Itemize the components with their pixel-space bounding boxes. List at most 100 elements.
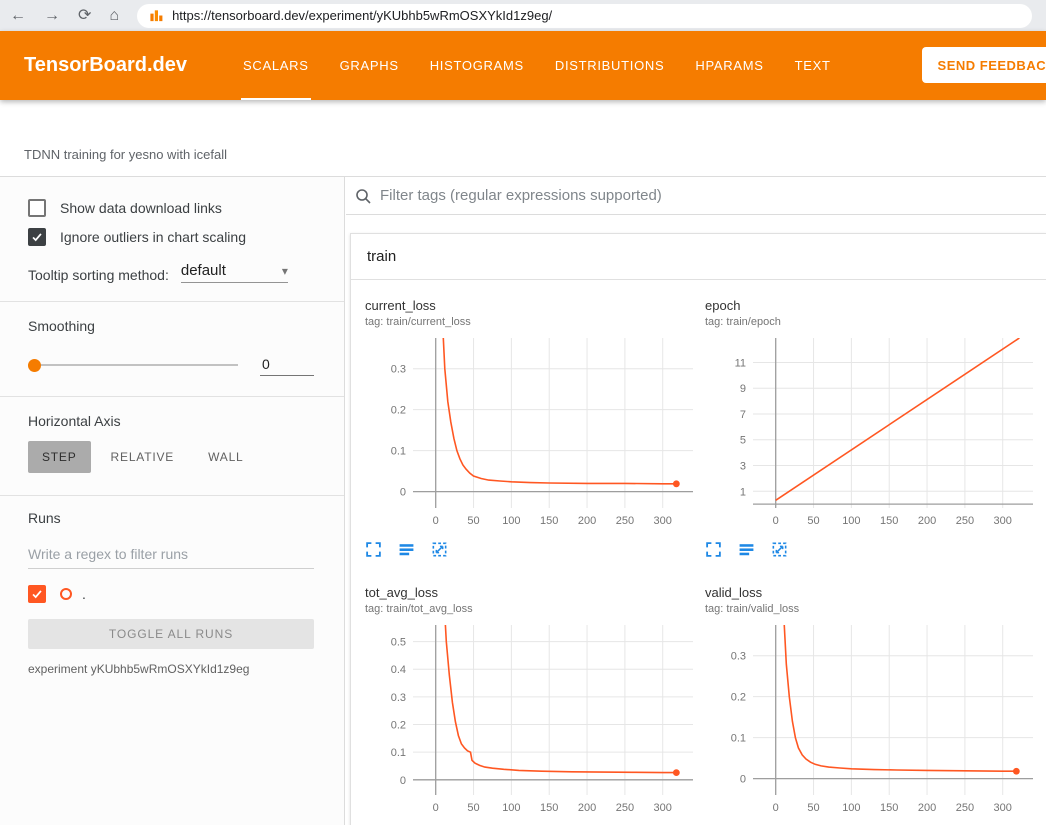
svg-text:200: 200 xyxy=(578,802,596,814)
svg-text:200: 200 xyxy=(918,802,936,814)
ignore-outliers-checkbox[interactable] xyxy=(28,228,46,246)
tab-graphs[interactable]: GRAPHS xyxy=(338,31,401,100)
svg-text:200: 200 xyxy=(578,515,596,527)
send-feedback-button[interactable]: SEND FEEDBACK xyxy=(922,47,1046,83)
chart-tag: tag: train/tot_avg_loss xyxy=(365,603,705,615)
experiment-id-label: experiment yKUbhb5wRmOSXYkId1z9eg xyxy=(28,662,314,676)
home-icon[interactable]: ⌂ xyxy=(109,8,119,24)
chart-plot[interactable]: 0501001502002503001357911 xyxy=(705,332,1045,537)
chart-tag: tag: train/current_loss xyxy=(365,316,705,328)
runs-filter-input[interactable] xyxy=(28,542,314,569)
show-download-links-checkbox[interactable] xyxy=(28,199,46,217)
svg-text:0.3: 0.3 xyxy=(731,651,746,663)
run-list-item: . xyxy=(28,585,314,603)
svg-text:50: 50 xyxy=(807,515,819,527)
expand-icon[interactable] xyxy=(365,541,382,558)
scalars-dashboard: train current_loss tag: train/current_lo… xyxy=(346,177,1046,825)
svg-text:9: 9 xyxy=(740,383,746,395)
tag-group-title: train xyxy=(367,248,396,265)
svg-text:0.1: 0.1 xyxy=(391,446,406,458)
svg-text:0.4: 0.4 xyxy=(391,664,406,676)
url-text: https://tensorboard.dev/experiment/yKUbh… xyxy=(172,8,552,23)
search-icon xyxy=(354,187,372,205)
tooltip-sorting-row: Tooltip sorting method: default ▾ xyxy=(28,262,314,283)
tag-group-header[interactable]: train xyxy=(351,234,1046,280)
toggle-all-runs-button[interactable]: TOGGLE ALL RUNS xyxy=(28,619,314,649)
svg-text:0: 0 xyxy=(400,775,406,787)
axis-relative-button[interactable]: RELATIVE xyxy=(97,441,189,473)
svg-text:200: 200 xyxy=(918,515,936,527)
tab-text[interactable]: TEXT xyxy=(793,31,833,100)
tab-histograms[interactable]: HISTOGRAMS xyxy=(428,31,526,100)
app-header: TensorBoard.dev SCALARS GRAPHS HISTOGRAM… xyxy=(0,31,1046,100)
svg-text:0: 0 xyxy=(773,802,779,814)
chart-title: valid_loss xyxy=(705,585,1045,600)
data-table-icon[interactable] xyxy=(398,541,415,558)
axis-wall-button[interactable]: WALL xyxy=(194,441,257,473)
address-bar[interactable]: https://tensorboard.dev/experiment/yKUbh… xyxy=(137,4,1032,28)
svg-text:50: 50 xyxy=(467,515,479,527)
chart-plot[interactable]: 05010015020025030000.10.20.3 xyxy=(365,332,705,537)
back-icon[interactable]: ← xyxy=(10,8,26,24)
smoothing-slider[interactable] xyxy=(28,358,238,372)
svg-text:0.1: 0.1 xyxy=(391,747,406,759)
svg-text:0.5: 0.5 xyxy=(391,637,406,649)
expand-icon[interactable] xyxy=(705,541,722,558)
tag-group-card-train: train current_loss tag: train/current_lo… xyxy=(350,233,1046,825)
tab-scalars[interactable]: SCALARS xyxy=(241,31,311,100)
browser-chrome: ← → ⟳ ⌂ https://tensorboard.dev/experime… xyxy=(0,0,1046,31)
svg-text:0.3: 0.3 xyxy=(391,364,406,376)
forward-icon[interactable]: → xyxy=(44,8,60,24)
svg-text:5: 5 xyxy=(740,435,746,447)
run-name: . xyxy=(82,586,86,602)
svg-text:150: 150 xyxy=(540,515,558,527)
horizontal-axis-buttons: STEP RELATIVE WALL xyxy=(28,441,314,473)
experiment-description: TDNN training for yesno with icefall xyxy=(24,147,227,162)
chart-toolbar xyxy=(705,539,1045,559)
fit-domain-icon[interactable] xyxy=(771,541,788,558)
svg-text:0.2: 0.2 xyxy=(391,720,406,732)
svg-text:50: 50 xyxy=(807,802,819,814)
slider-thumb[interactable] xyxy=(28,359,41,372)
smoothing-label: Smoothing xyxy=(28,318,314,334)
chart-plot[interactable]: 05010015020025030000.10.20.3 xyxy=(705,619,1045,824)
svg-text:11: 11 xyxy=(735,357,746,369)
svg-text:50: 50 xyxy=(467,802,479,814)
fit-domain-icon[interactable] xyxy=(431,541,448,558)
axis-step-button[interactable]: STEP xyxy=(28,441,91,473)
settings-sidebar: Show data download links Ignore outliers… xyxy=(0,177,345,825)
ignore-outliers-row: Ignore outliers in chart scaling xyxy=(28,228,314,246)
show-download-links-label: Show data download links xyxy=(60,200,222,216)
smoothing-row xyxy=(28,354,314,376)
svg-text:150: 150 xyxy=(540,802,558,814)
tab-hparams[interactable]: HPARAMS xyxy=(693,31,765,100)
show-download-links-row: Show data download links xyxy=(28,199,314,217)
tooltip-sorting-select[interactable]: default ▾ xyxy=(181,262,288,283)
scalar-chart-valid-loss: valid_loss tag: train/valid_loss 0501001… xyxy=(705,585,1045,825)
app-logo: TensorBoard.dev xyxy=(24,54,187,77)
run-checkbox[interactable] xyxy=(28,585,46,603)
svg-text:0: 0 xyxy=(400,487,406,499)
reload-icon[interactable]: ⟳ xyxy=(78,8,91,24)
svg-text:250: 250 xyxy=(956,802,974,814)
smoothing-value-input[interactable] xyxy=(260,354,314,376)
tooltip-sorting-label: Tooltip sorting method: xyxy=(28,267,169,283)
chart-plot[interactable]: 05010015020025030000.10.20.30.40.5 xyxy=(365,619,705,824)
svg-text:3: 3 xyxy=(740,461,746,473)
svg-text:0.2: 0.2 xyxy=(391,405,406,417)
chart-title: epoch xyxy=(705,298,1045,313)
svg-text:100: 100 xyxy=(842,515,860,527)
svg-text:150: 150 xyxy=(880,802,898,814)
tab-distributions[interactable]: DISTRIBUTIONS xyxy=(553,31,667,100)
svg-text:0: 0 xyxy=(773,515,779,527)
svg-text:0: 0 xyxy=(433,802,439,814)
svg-text:300: 300 xyxy=(994,515,1012,527)
svg-text:1: 1 xyxy=(740,486,746,498)
svg-text:150: 150 xyxy=(880,515,898,527)
svg-text:100: 100 xyxy=(502,802,520,814)
svg-text:100: 100 xyxy=(842,802,860,814)
tag-filter-input[interactable] xyxy=(380,187,1046,204)
chart-toolbar xyxy=(365,539,705,559)
data-table-icon[interactable] xyxy=(738,541,755,558)
experiment-subheader: TDNN training for yesno with icefall xyxy=(0,100,1046,177)
